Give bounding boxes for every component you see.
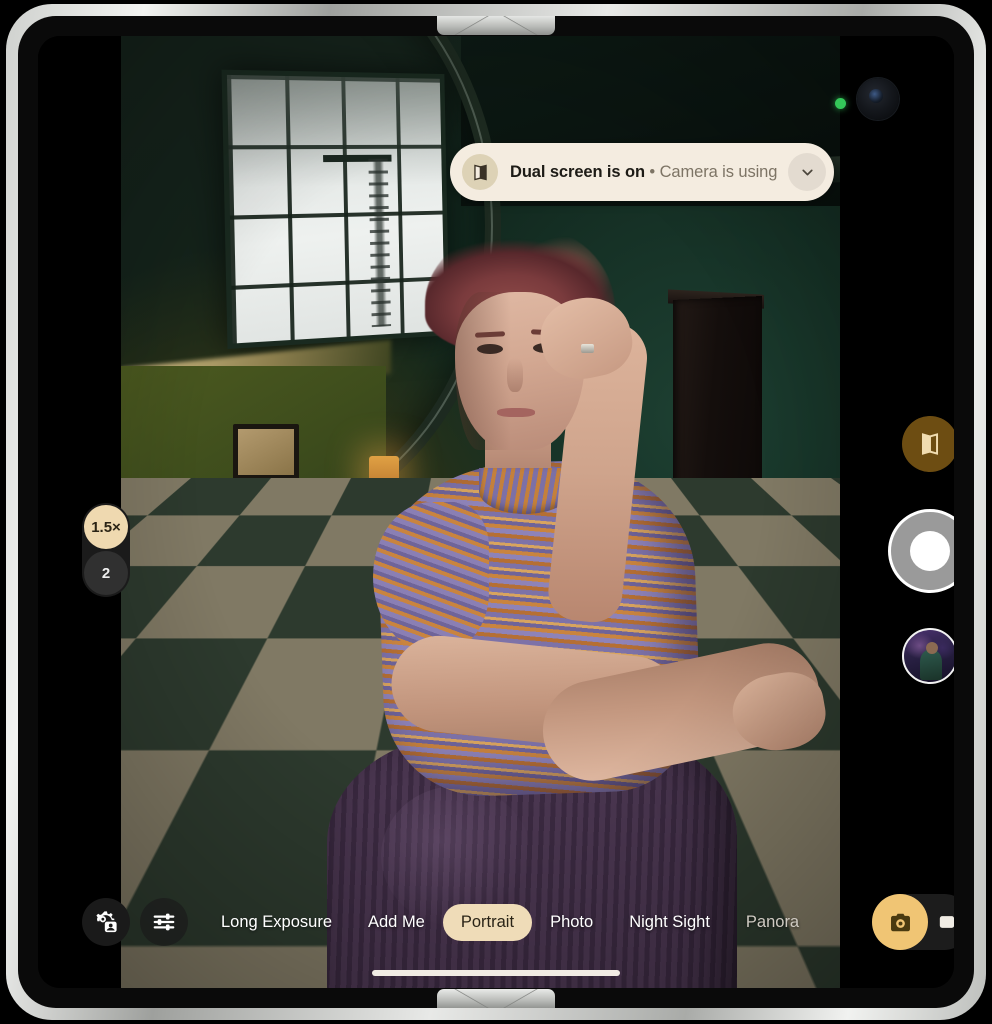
portrait-subject <box>241 226 831 988</box>
shutter-inner-circle <box>910 531 950 571</box>
camera-settings-icon[interactable] <box>82 898 130 946</box>
notification-text: Dual screen is on • Camera is using b... <box>510 163 782 182</box>
notification-detail: Camera is using b... <box>659 162 782 181</box>
gallery-thumbnail[interactable] <box>902 628 954 684</box>
capture-mode-toggle[interactable] <box>872 894 954 950</box>
front-camera-lens <box>857 78 899 120</box>
subject-face-shadow <box>455 292 511 450</box>
window-shade <box>226 74 442 188</box>
chevron-down-icon[interactable] <box>788 153 826 191</box>
dual-screen-notification-banner[interactable]: Dual screen is on • Camera is using b... <box>450 143 834 201</box>
notification-title: Dual screen is on <box>510 162 645 181</box>
zoom-control[interactable]: 1.5× 2 <box>82 503 130 597</box>
photo-camera-icon[interactable] <box>872 894 928 950</box>
subject-sleeve <box>373 502 489 652</box>
hinge-notch-top <box>437 16 555 35</box>
mode-night-sight[interactable]: Night Sight <box>611 904 728 941</box>
mode-long-exposure[interactable]: Long Exposure <box>203 904 350 941</box>
zoom-option-active[interactable]: 1.5× <box>84 505 128 549</box>
subject-ring <box>581 344 594 353</box>
hinge-notch-bottom <box>437 989 555 1008</box>
dual-screen-icon <box>462 154 498 190</box>
mode-photo[interactable]: Photo <box>532 904 611 941</box>
video-camera-icon[interactable] <box>928 909 954 935</box>
camera-mode-selector[interactable]: Long Exposure Add Me Portrait Photo Nigh… <box>203 890 840 954</box>
mode-add-me[interactable]: Add Me <box>350 904 443 941</box>
camera-in-use-dot <box>835 98 846 109</box>
screen: Dual screen is on • Camera is using b...… <box>38 36 954 988</box>
notification-separator: • <box>644 162 660 181</box>
mode-portrait[interactable]: Portrait <box>442 903 533 941</box>
mode-panorama[interactable]: Panora <box>728 904 817 941</box>
zoom-option-alt[interactable]: 2 <box>84 551 128 595</box>
device-body: Dual screen is on • Camera is using b...… <box>18 16 974 1008</box>
subject-eye-left <box>477 344 503 354</box>
subject-nose <box>507 358 523 392</box>
tune-sliders-icon[interactable] <box>140 898 188 946</box>
dual-screen-preview-button[interactable] <box>902 416 954 472</box>
subject-mouth <box>497 408 535 417</box>
home-indicator <box>372 970 620 976</box>
device-frame: Dual screen is on • Camera is using b...… <box>6 4 986 1020</box>
